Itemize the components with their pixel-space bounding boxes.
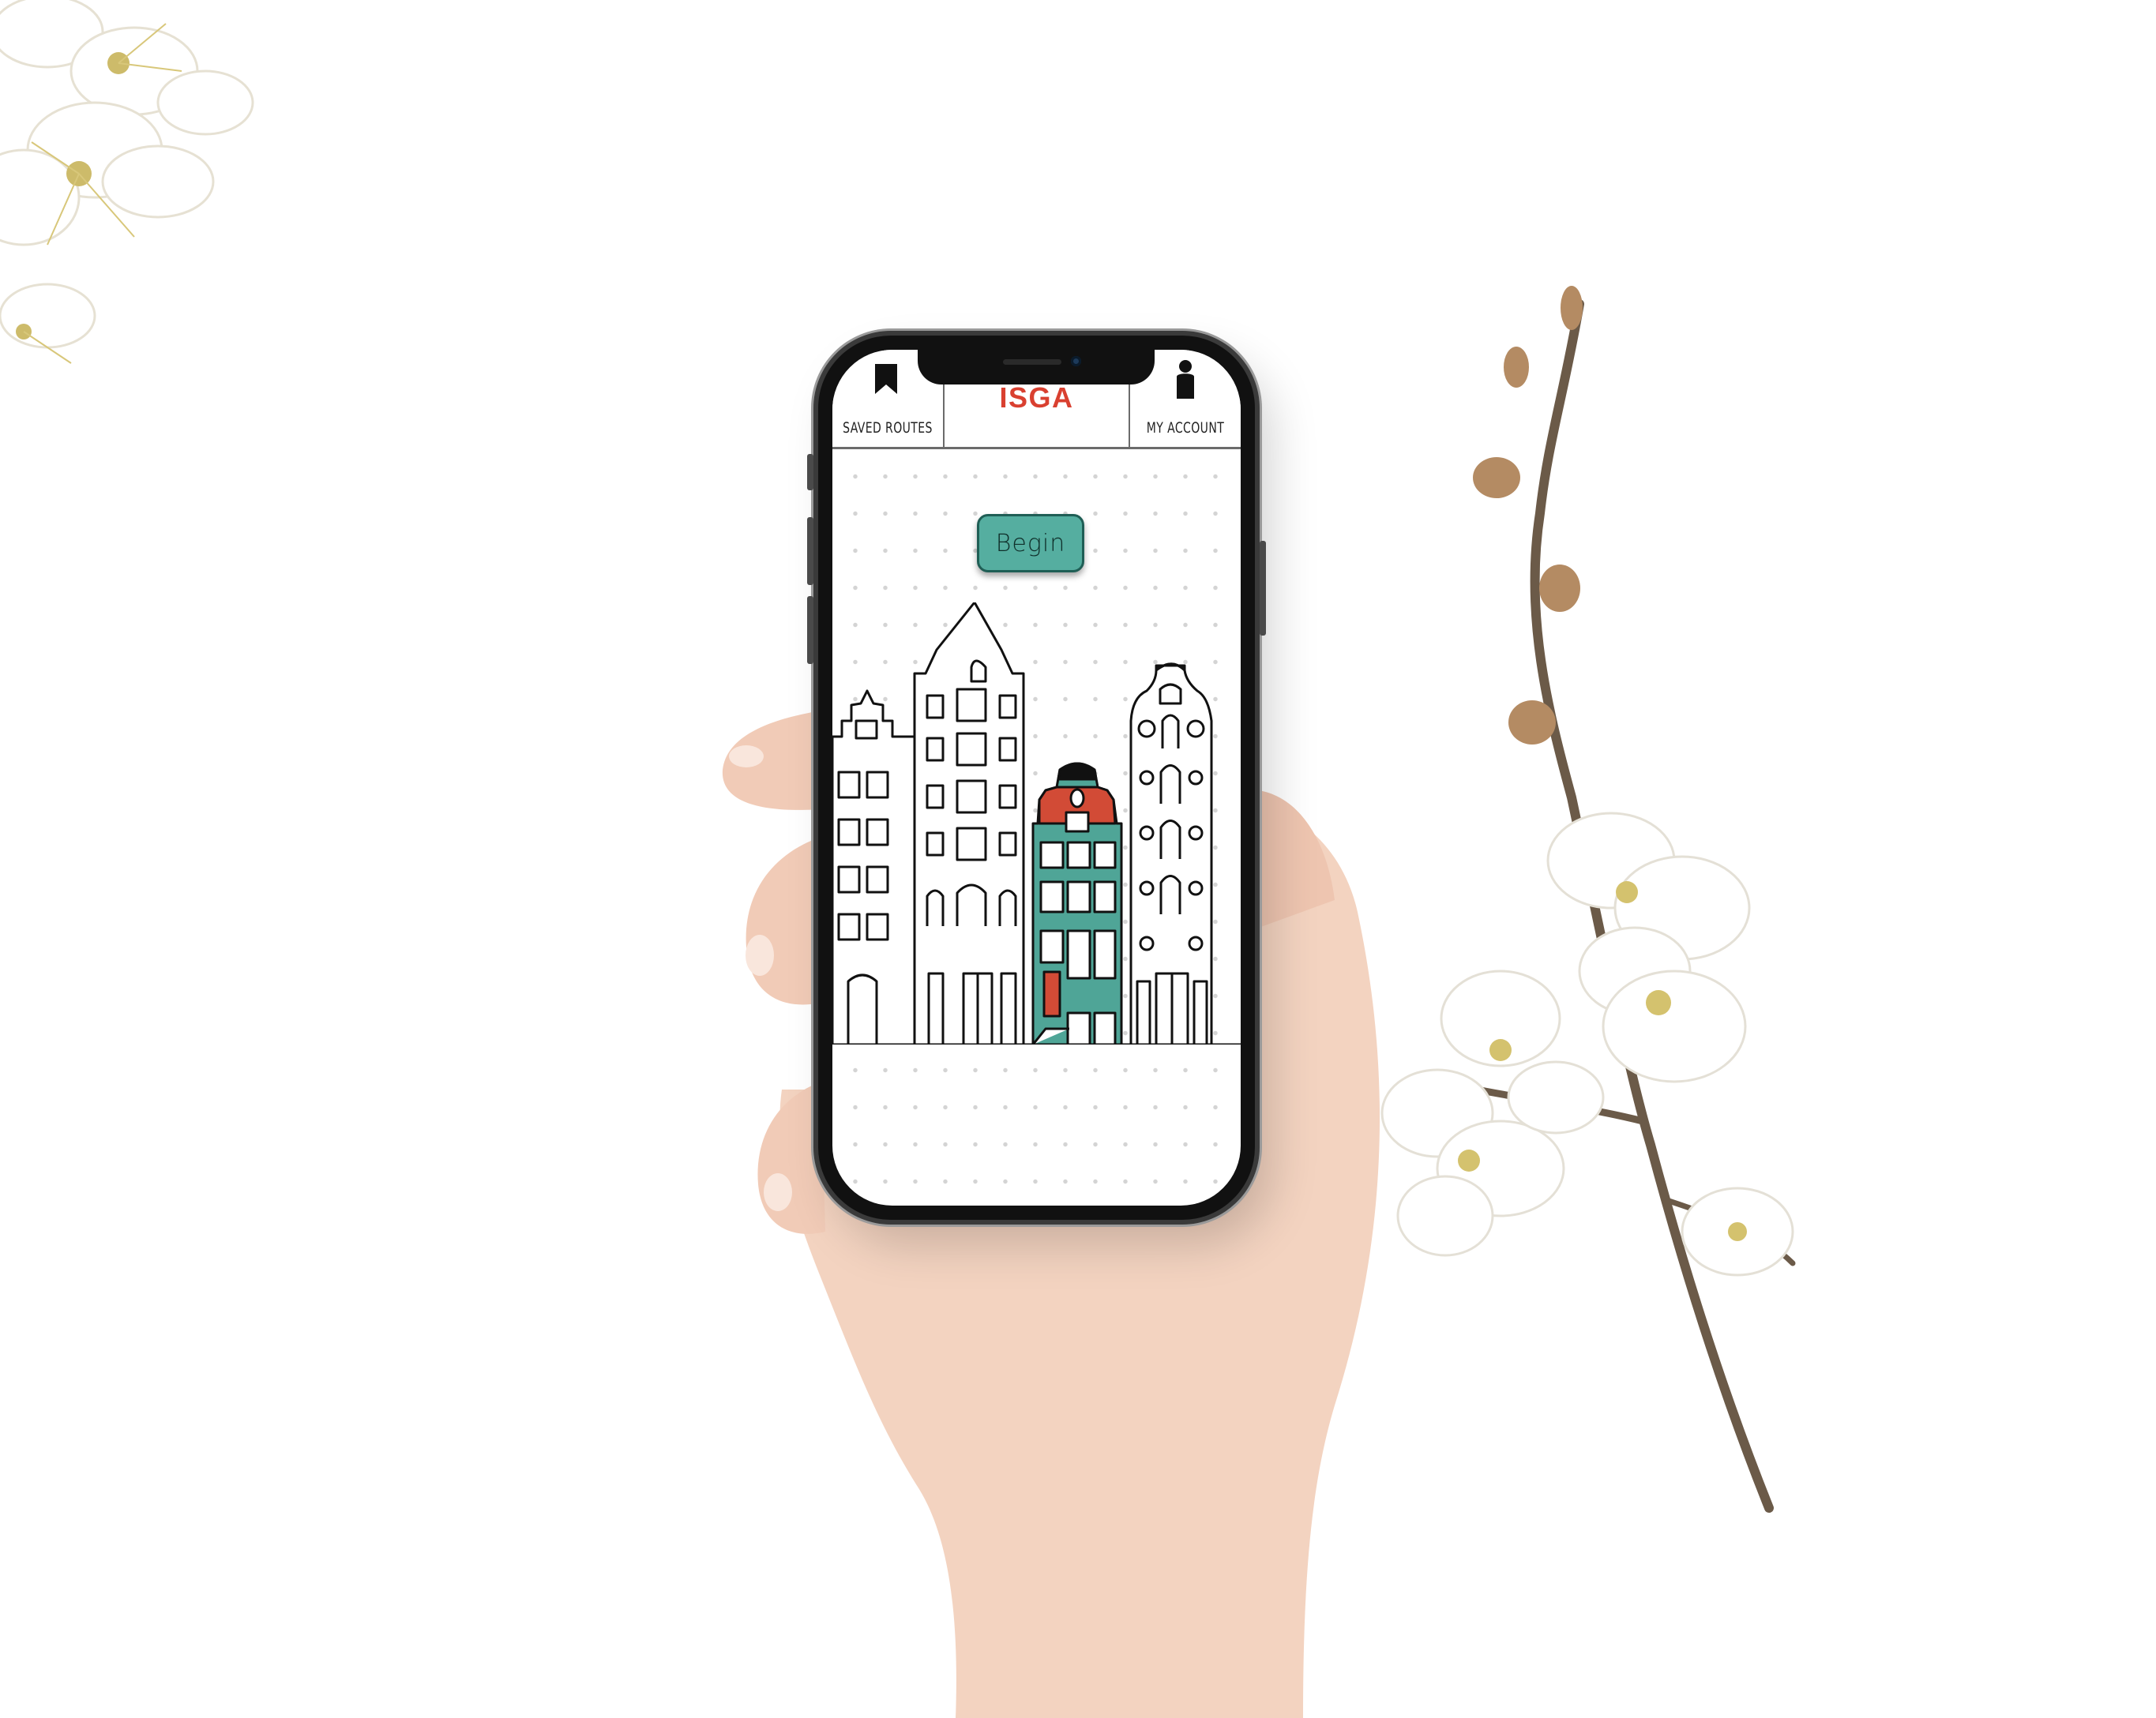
house-left — [832, 689, 916, 1045]
bookmark-icon — [875, 364, 897, 394]
house-tall — [913, 602, 1025, 1045]
mute-switch — [807, 454, 813, 490]
phone-screen: SAVED ROUTES ISGA MY ACCOUNT Begin — [832, 350, 1241, 1206]
brand-title: ISGA — [999, 381, 1074, 414]
volume-down-button — [807, 596, 813, 664]
house-right — [1129, 662, 1213, 1045]
volume-up-button — [807, 517, 813, 585]
phone-notch — [918, 350, 1155, 384]
my-account-label: MY ACCOUNT — [1146, 419, 1225, 437]
begin-button[interactable]: Begin — [977, 514, 1084, 572]
power-button — [1260, 541, 1266, 636]
house-teal — [1031, 762, 1123, 1045]
phone-frame: SAVED ROUTES ISGA MY ACCOUNT Begin — [807, 336, 1266, 1220]
speaker-grille — [1003, 359, 1061, 365]
person-icon — [1177, 360, 1194, 399]
camera-icon — [1071, 356, 1081, 366]
saved-routes-label: SAVED ROUTES — [843, 419, 933, 437]
blossom-branch-right — [1380, 286, 1796, 1513]
canal-houses-illustration — [832, 602, 1241, 1045]
blossom-cluster-top-left — [0, 0, 254, 364]
